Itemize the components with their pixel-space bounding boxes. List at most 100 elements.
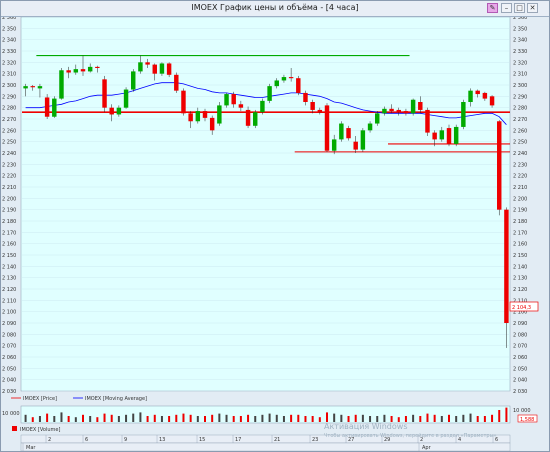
volume-bar <box>38 416 41 422</box>
minimize-icon[interactable]: – <box>501 3 512 13</box>
volume-bar <box>53 416 56 422</box>
volume-bar <box>204 416 206 422</box>
candle-body <box>224 94 229 106</box>
candle-body <box>274 80 279 87</box>
close-icon[interactable]: ✕ <box>527 3 538 13</box>
volume-bar <box>412 414 415 422</box>
volume-bar <box>297 414 300 422</box>
legend: IMOEX [Price] IMOEX [Moving Average] <box>11 396 147 402</box>
y-tick-left: 2 110 <box>2 298 16 304</box>
pin-icon[interactable]: ✎ <box>487 3 498 13</box>
candle-body <box>310 102 315 110</box>
volume-bar <box>483 416 486 422</box>
y-tick-right: 2 340 <box>513 38 527 44</box>
y-tick-right: 2 360 <box>513 17 527 21</box>
candle-body <box>446 128 452 144</box>
watermark-title: Активация Windows <box>324 422 408 431</box>
volume-bar <box>146 416 149 422</box>
x-day-tick: 17 <box>235 437 241 443</box>
candle-body <box>59 70 64 99</box>
volume-bar <box>247 414 250 422</box>
y-tick-right: 2 330 <box>513 49 527 55</box>
candle-body <box>209 117 215 131</box>
volume-bar <box>476 416 479 422</box>
volume-bar <box>462 414 465 422</box>
x-day-tick: 6 <box>85 437 88 443</box>
x-day-tick: 9 <box>124 437 127 443</box>
volume-legend: IMOEX [Volume] <box>20 427 60 433</box>
candle-body <box>267 86 272 101</box>
y-tick-left: 2 230 <box>2 162 16 168</box>
volume-bar <box>290 414 293 422</box>
volume-bar <box>31 417 34 422</box>
volume-bar <box>254 416 257 422</box>
candle-body <box>116 107 122 115</box>
y-tick-left: 2 060 <box>2 355 16 361</box>
candle-body <box>80 69 86 72</box>
y-tick-right: 2 200 <box>513 196 527 202</box>
volume-bar <box>318 417 321 422</box>
candle-body <box>145 62 150 65</box>
volume-bar <box>275 414 278 422</box>
volume-bar <box>24 414 27 422</box>
x-month-tick: Mar <box>26 445 36 451</box>
candle-body <box>482 92 488 99</box>
y-tick-left: 2 190 <box>2 208 16 214</box>
y-tick-right: 2 350 <box>513 26 527 32</box>
candle-body <box>331 139 337 151</box>
candle-body <box>245 109 251 126</box>
candle-body <box>425 109 430 133</box>
y-tick-right: 2 240 <box>513 151 527 157</box>
y-tick-right: 2 270 <box>513 117 527 123</box>
legend-price: IMOEX [Price] <box>23 396 57 402</box>
y-tick-right: 2 030 <box>513 389 527 395</box>
volume-tick-right: 10 000 <box>513 408 531 414</box>
candle-body <box>87 66 93 72</box>
y-tick-right: 2 230 <box>513 162 527 168</box>
y-tick-right: 2 190 <box>513 208 527 214</box>
y-tick-left: 2 080 <box>2 332 16 338</box>
candle-body <box>260 100 265 113</box>
y-tick-right: 2 170 <box>513 230 527 236</box>
y-tick-left: 2 100 <box>2 310 16 316</box>
volume-bar <box>448 414 450 422</box>
candle-body <box>159 63 165 74</box>
maximize-icon[interactable]: □ <box>514 3 525 13</box>
candle-body <box>102 79 107 108</box>
y-tick-left: 2 210 <box>2 185 16 191</box>
candle-body <box>296 78 301 93</box>
candle-body <box>174 74 179 91</box>
candle-body <box>288 77 294 79</box>
volume-bar <box>419 416 422 422</box>
candle-body <box>497 121 502 210</box>
candle-body <box>52 98 57 117</box>
volume-bar <box>74 417 77 422</box>
candle-body <box>188 113 193 122</box>
volume-bar <box>175 414 178 422</box>
chart: 2 360 2 350 2 340 2 330 2 320 2 310 2 300 2 290… <box>2 17 539 451</box>
x-axis-months <box>20 442 511 451</box>
candle-body <box>195 111 201 122</box>
candle-body <box>439 130 445 140</box>
volume-value-label: 1,588 <box>520 417 534 423</box>
y-tick-right: 2 040 <box>513 378 527 384</box>
candle-body <box>353 141 358 150</box>
y-tick-left: 2 320 <box>2 60 16 66</box>
volume-bar <box>67 416 70 422</box>
y-tick-right: 2 180 <box>513 219 527 225</box>
candle-body <box>253 112 258 126</box>
volume-bar <box>189 414 192 422</box>
volume-bar <box>261 414 264 422</box>
y-tick-right: 2 250 <box>513 140 527 146</box>
volume-bar <box>469 413 472 422</box>
candle-body <box>303 92 308 102</box>
candle-body <box>360 130 366 150</box>
price-plot-area <box>20 17 511 392</box>
y-tick-left: 2 290 <box>2 94 16 100</box>
candle-body <box>403 111 409 114</box>
y-tick-right: 2 280 <box>513 106 527 112</box>
y-tick-right: 2 300 <box>513 83 527 89</box>
volume-bar <box>440 416 443 422</box>
y-tick-left: 2 160 <box>2 242 16 248</box>
y-tick-left: 2 350 <box>2 26 16 32</box>
